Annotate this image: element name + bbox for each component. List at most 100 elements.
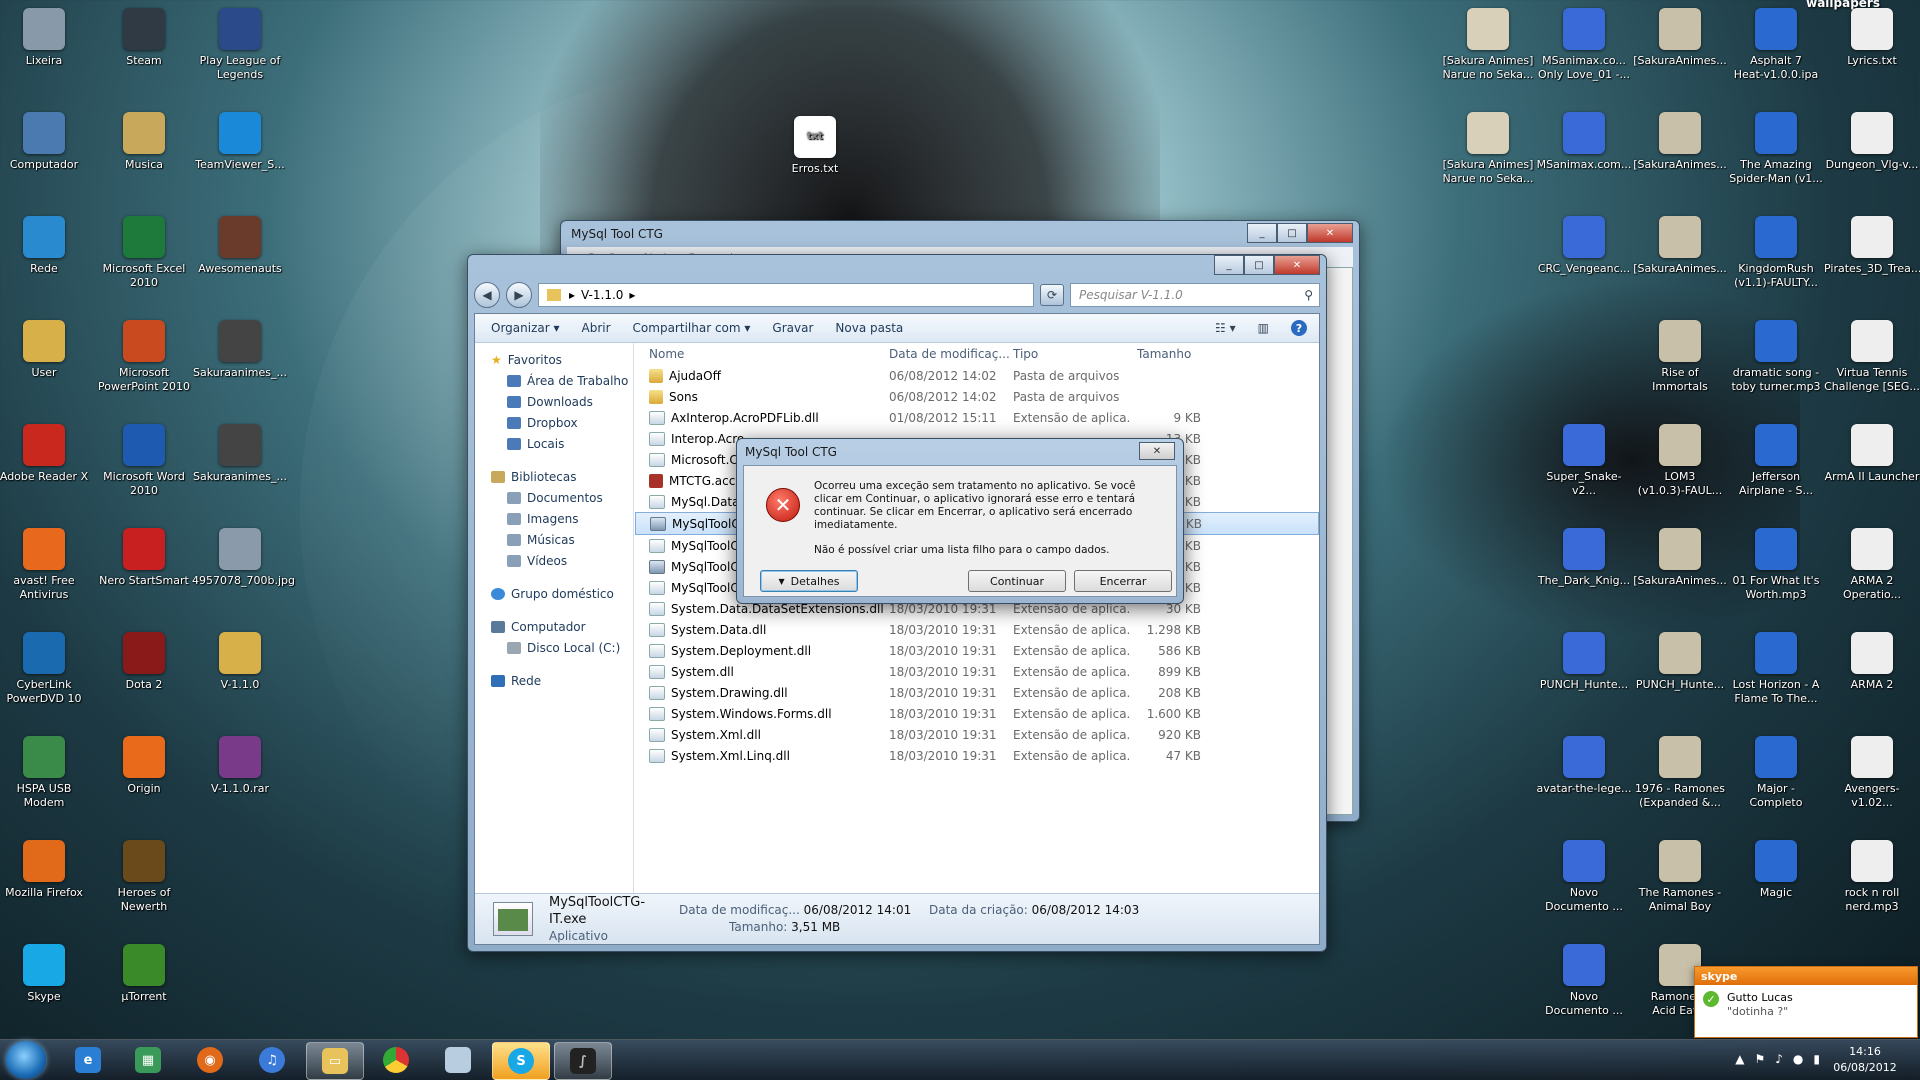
desktop-icon-r3-1[interactable]: dramatic song - toby turner.mp3 [1728, 320, 1824, 394]
start-button[interactable] [6, 1041, 46, 1079]
desktop-icon-r8-3[interactable]: rock n roll nerd.mp3 [1824, 840, 1920, 914]
file-row[interactable]: System.Data.dll 18/03/2010 19:31 Extensão … [635, 619, 1319, 640]
column-name[interactable]: Nome [635, 347, 889, 361]
desktop-icon-l2-2[interactable]: Microsoft Excel 2010 [96, 216, 192, 290]
desktop-icon-r3-2[interactable]: Virtua Tennis Challenge [SEG... [1824, 320, 1920, 394]
clock[interactable]: 14:16 06/08/2012 [1830, 1044, 1900, 1076]
desktop-icon-l3-1[interactable]: TeamViewer_S... [192, 112, 288, 172]
desktop-icon-l2-4[interactable]: Microsoft Word 2010 [96, 424, 192, 498]
desktop-icon-r2-0[interactable]: CRC_Vengeanc... [1536, 216, 1632, 276]
desktop-icon-r5-0[interactable]: The_Dark_Knig... [1536, 528, 1632, 588]
column-size[interactable]: Tamanho [1131, 347, 1207, 361]
skype-notification[interactable]: skype ✓ Gutto Lucas "dotinha ?" [1694, 966, 1918, 1038]
nav-library-item[interactable]: Vídeos [475, 550, 633, 571]
taskbar-chrome[interactable] [368, 1042, 424, 1078]
desktop-icon-r8-1[interactable]: The Ramones - Animal Boy [1632, 840, 1728, 914]
file-row[interactable]: System.Drawing.dll 18/03/2010 19:31 Extens… [635, 682, 1319, 703]
desktop-icon-r8-0[interactable]: Novo Documento ... [1536, 840, 1632, 914]
taskbar-firefox[interactable]: ◉ [182, 1042, 238, 1078]
open-button[interactable]: Abrir [582, 321, 611, 335]
file-row[interactable]: AjudaOff 06/08/2012 14:02 Pasta de arquivo… [635, 365, 1319, 386]
nav-favorites[interactable]: ★ Favoritos [475, 349, 633, 370]
desktop-icon-r1-0[interactable]: [Sakura Animes] Narue no Seka... [1440, 112, 1536, 186]
dialog-close-button[interactable]: ✕ [1139, 442, 1175, 460]
nav-library-item[interactable]: Imagens [475, 508, 633, 529]
desktop-icon-r5-3[interactable]: ARMA 2 Operatio... [1824, 528, 1920, 602]
desktop-icon-l3-2[interactable]: Awesomenauts [192, 216, 288, 276]
desktop-icon-l2-6[interactable]: Dota 2 [96, 632, 192, 692]
nav-libraries[interactable]: Bibliotecas [475, 466, 633, 487]
desktop-icon-l3-7[interactable]: V-1.1.0.rar [192, 736, 288, 796]
desktop-icon-l1-4[interactable]: Adobe Reader X [0, 424, 92, 484]
maximize-button[interactable]: □ [1277, 223, 1307, 243]
desktop-icon-r2-3[interactable]: Pirates_3D_Trea... [1824, 216, 1920, 276]
desktop-icon-r2-2[interactable]: KingdomRush (v1.1)-FAULTY... [1728, 216, 1824, 290]
breadcrumb-current[interactable]: V-1.1.0 [581, 288, 623, 302]
desktop-icon-l3-6[interactable]: V-1.1.0 [192, 632, 288, 692]
file-row[interactable]: System.Xml.dll 18/03/2010 19:31 Extensão d… [635, 724, 1319, 745]
share-button[interactable]: Compartilhar com ▾ [633, 321, 751, 335]
desktop-icon-r0-1[interactable]: MSanimax.co... Only Love_01 -... [1536, 8, 1632, 82]
quit-button[interactable]: Encerrar [1074, 570, 1172, 592]
desktop-icon-r5-1[interactable]: [SakuraAnimes... [1632, 528, 1728, 588]
view-options-icon[interactable]: ☷ ▾ [1215, 321, 1236, 335]
desktop-icon-r4-1[interactable]: LOM3 (v1.0.3)-FAUL... [1632, 424, 1728, 498]
column-type[interactable]: Tipo [1013, 347, 1131, 361]
nav-library-item[interactable]: Documentos [475, 487, 633, 508]
nav-favorite-item[interactable]: Locais [475, 433, 633, 454]
desktop-icon-l1-0[interactable]: Lixeira [0, 8, 92, 68]
desktop-icon-l1-1[interactable]: Computador [0, 112, 92, 172]
desktop-icon-l1-2[interactable]: Rede [0, 216, 92, 276]
file-row[interactable]: System.dll 18/03/2010 19:31 Extensão de ap… [635, 661, 1319, 682]
desktop-icon-l2-1[interactable]: Musica [96, 112, 192, 172]
search-input[interactable]: Pesquisar V-1.1.0 ⚲ [1070, 283, 1320, 307]
minimize-button[interactable]: _ [1214, 255, 1244, 275]
desktop-icon-r0-2[interactable]: [SakuraAnimes... [1632, 8, 1728, 68]
desktop-icon-r0-0[interactable]: [Sakura Animes] Narue no Seka... [1440, 8, 1536, 82]
skype-tray-icon[interactable]: ● [1793, 1052, 1803, 1066]
nav-computer[interactable]: Computador [475, 616, 633, 637]
column-date[interactable]: Data de modificaç... [889, 347, 1013, 361]
desktop-icon-r6-3[interactable]: ARMA 2 [1824, 632, 1920, 692]
file-row[interactable]: System.Xml.Linq.dll 18/03/2010 19:31 Exten… [635, 745, 1319, 766]
desktop-icon-l3-0[interactable]: Play League of Legends [192, 8, 288, 82]
show-hidden-icons[interactable]: ▲ [1735, 1052, 1744, 1066]
preview-pane-icon[interactable]: ▥ [1258, 321, 1269, 335]
file-row[interactable]: System.Deployment.dll 18/03/2010 19:31 Ext… [635, 640, 1319, 661]
desktop-icon-l2-5[interactable]: Nero StartSmart [96, 528, 192, 588]
taskbar-itunes[interactable]: ♫ [244, 1042, 300, 1078]
error-dialog[interactable]: MySql Tool CTG ✕ ✕ Ocorreu uma exceção s… [736, 438, 1184, 604]
desktop-icon-r9-0[interactable]: Novo Documento ... [1536, 944, 1632, 1018]
desktop-icon-l1-7[interactable]: HSPA USB Modem [0, 736, 92, 810]
organize-button[interactable]: Organizar ▾ [491, 321, 560, 335]
desktop-icon-r7-0[interactable]: avatar-the-lege... [1536, 736, 1632, 796]
new-folder-button[interactable]: Nova pasta [835, 321, 903, 335]
desktop-icon-r7-1[interactable]: 1976 - Ramones (Expanded &... [1632, 736, 1728, 810]
nav-favorite-item[interactable]: Dropbox [475, 412, 633, 433]
desktop-icon-r7-2[interactable]: Major - Completo [1728, 736, 1824, 810]
desktop-icon-l1-9[interactable]: Skype [0, 944, 92, 1004]
forward-button[interactable]: ▶ [506, 282, 532, 308]
desktop-icon-l3-5[interactable]: 4957078_700b.jpg [192, 528, 295, 588]
refresh-button[interactable]: ⟳ [1040, 284, 1064, 306]
nav-favorite-item[interactable]: Área de Trabalho [475, 370, 633, 391]
taskbar-explorer[interactable]: ▭ [306, 1042, 364, 1080]
desktop-icon-r1-4[interactable]: Dungeon_Vlg-v... [1824, 112, 1920, 172]
nav-library-item[interactable]: Músicas [475, 529, 633, 550]
desktop-icon-r1-2[interactable]: [SakuraAnimes... [1632, 112, 1728, 172]
minimize-button[interactable]: _ [1247, 223, 1277, 243]
nav-favorite-item[interactable]: Downloads [475, 391, 633, 412]
desktop-icon-r2-1[interactable]: [SakuraAnimes... [1632, 216, 1728, 276]
taskbar-app[interactable] [430, 1042, 486, 1078]
desktop-icon-l2-0[interactable]: Steam [96, 8, 192, 68]
address-bar[interactable]: ▸ V-1.1.0 ▸ [538, 283, 1034, 307]
desktop-icon-l1-3[interactable]: User [0, 320, 92, 380]
desktop-icon-r1-3[interactable]: The Amazing Spider-Man (v1... [1728, 112, 1824, 186]
file-row[interactable]: Sons 06/08/2012 14:02 Pasta de arquivos [635, 386, 1319, 407]
close-button[interactable]: ✕ [1307, 223, 1353, 243]
taskbar-ie[interactable]: e [60, 1042, 116, 1078]
close-button[interactable]: ✕ [1274, 255, 1320, 275]
desktop-icon-erros[interactable]: txt Erros.txt [767, 116, 863, 176]
desktop-icon-r0-3[interactable]: Asphalt 7 Heat-v1.0.0.ipa [1728, 8, 1824, 82]
help-icon[interactable]: ? [1291, 320, 1307, 336]
